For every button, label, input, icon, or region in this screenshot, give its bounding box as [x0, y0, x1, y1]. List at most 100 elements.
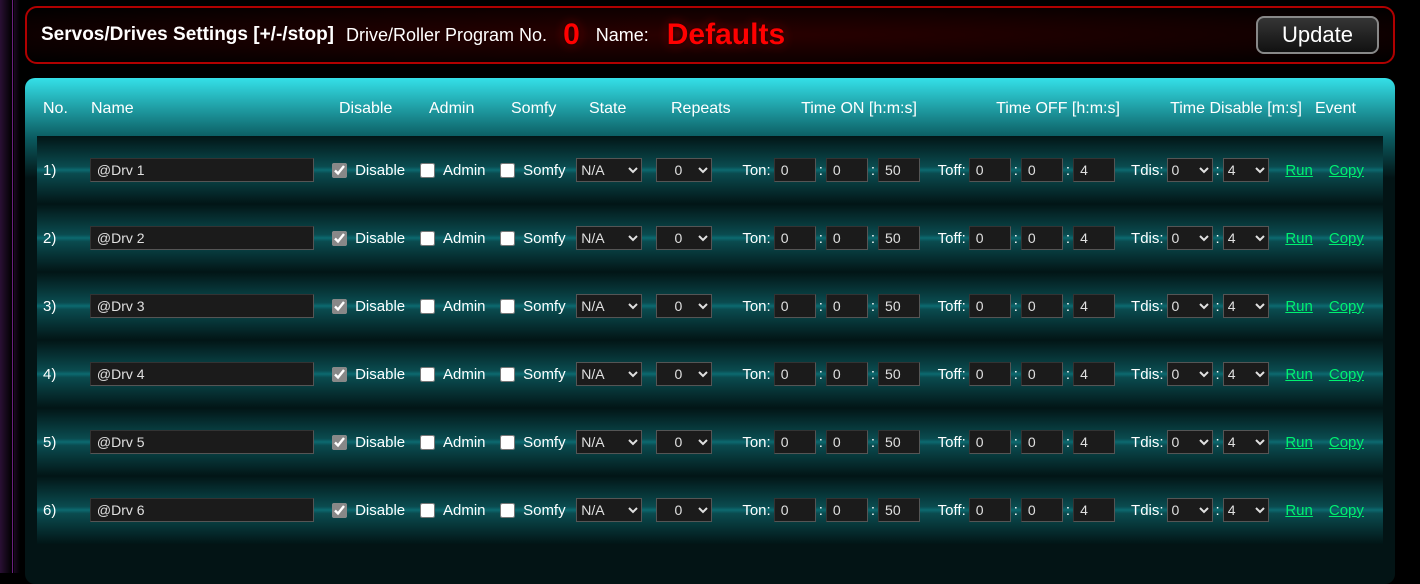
tdis-s-select[interactable]: 4 [1223, 498, 1269, 522]
tdis-m-select[interactable]: 0 [1167, 362, 1213, 386]
state-select[interactable]: N/A [576, 158, 642, 182]
ton-m-input[interactable] [826, 430, 868, 454]
toff-h-input[interactable] [969, 362, 1011, 386]
toff-h-input[interactable] [969, 430, 1011, 454]
somfy-checkbox[interactable] [500, 299, 515, 314]
run-link[interactable]: Run [1285, 162, 1313, 179]
tdis-m-select[interactable]: 0 [1167, 498, 1213, 522]
tdis-s-select[interactable]: 4 [1223, 362, 1269, 386]
admin-checkbox[interactable] [420, 503, 435, 518]
tdis-s-select[interactable]: 4 [1223, 158, 1269, 182]
somfy-checkbox[interactable] [500, 503, 515, 518]
repeats-select[interactable]: 0 [656, 362, 712, 386]
toff-s-input[interactable] [1073, 430, 1115, 454]
admin-checkbox[interactable] [420, 231, 435, 246]
toff-h-input[interactable] [969, 158, 1011, 182]
ton-m-input[interactable] [826, 498, 868, 522]
disable-checkbox[interactable] [332, 435, 347, 450]
state-select[interactable]: N/A [576, 498, 642, 522]
ton-label: Ton: [742, 230, 770, 247]
disable-checkbox[interactable] [332, 367, 347, 382]
header-title: Servos/Drives Settings [+/-/stop] [41, 24, 334, 46]
run-link[interactable]: Run [1285, 366, 1313, 383]
admin-checkbox[interactable] [420, 163, 435, 178]
toff-s-input[interactable] [1073, 158, 1115, 182]
ton-h-input[interactable] [774, 294, 816, 318]
toff-m-input[interactable] [1021, 294, 1063, 318]
ton-s-input[interactable] [878, 226, 920, 250]
tdis-m-select[interactable]: 0 [1167, 226, 1213, 250]
copy-link[interactable]: Copy [1329, 502, 1364, 519]
tdis-s-select[interactable]: 4 [1223, 294, 1269, 318]
toff-s-input[interactable] [1073, 498, 1115, 522]
tdis-m-select[interactable]: 0 [1167, 158, 1213, 182]
repeats-select[interactable]: 0 [656, 294, 712, 318]
name-input[interactable] [90, 226, 314, 250]
copy-link[interactable]: Copy [1329, 298, 1364, 315]
copy-link[interactable]: Copy [1329, 162, 1364, 179]
ton-h-input[interactable] [774, 498, 816, 522]
toff-h-input[interactable] [969, 294, 1011, 318]
ton-m-input[interactable] [826, 226, 868, 250]
name-input[interactable] [90, 294, 314, 318]
run-link[interactable]: Run [1285, 434, 1313, 451]
disable-checkbox[interactable] [332, 503, 347, 518]
ton-m-input[interactable] [826, 158, 868, 182]
tdis-s-select[interactable]: 4 [1223, 430, 1269, 454]
toff-h-input[interactable] [969, 226, 1011, 250]
update-button[interactable]: Update [1256, 16, 1379, 54]
toff-m-input[interactable] [1021, 430, 1063, 454]
state-select[interactable]: N/A [576, 226, 642, 250]
somfy-checkbox[interactable] [500, 435, 515, 450]
ton-s-input[interactable] [878, 294, 920, 318]
admin-checkbox[interactable] [420, 435, 435, 450]
ton-m-input[interactable] [826, 294, 868, 318]
repeats-select[interactable]: 0 [656, 158, 712, 182]
tdis-m-select[interactable]: 0 [1167, 430, 1213, 454]
admin-label: Admin [443, 434, 486, 451]
ton-m-input[interactable] [826, 362, 868, 386]
disable-checkbox[interactable] [332, 163, 347, 178]
name-input[interactable] [90, 430, 314, 454]
repeats-select[interactable]: 0 [656, 226, 712, 250]
toff-h-input[interactable] [969, 498, 1011, 522]
disable-checkbox[interactable] [332, 231, 347, 246]
toff-m-input[interactable] [1021, 362, 1063, 386]
tdis-s-select[interactable]: 4 [1223, 226, 1269, 250]
admin-checkbox[interactable] [420, 299, 435, 314]
state-select[interactable]: N/A [576, 294, 642, 318]
repeats-select[interactable]: 0 [656, 498, 712, 522]
disable-checkbox[interactable] [332, 299, 347, 314]
ton-s-input[interactable] [878, 430, 920, 454]
somfy-checkbox[interactable] [500, 367, 515, 382]
ton-h-input[interactable] [774, 158, 816, 182]
toff-m-input[interactable] [1021, 498, 1063, 522]
run-link[interactable]: Run [1285, 298, 1313, 315]
admin-checkbox[interactable] [420, 367, 435, 382]
state-select[interactable]: N/A [576, 362, 642, 386]
ton-s-input[interactable] [878, 158, 920, 182]
name-input[interactable] [90, 498, 314, 522]
state-select[interactable]: N/A [576, 430, 642, 454]
ton-s-input[interactable] [878, 498, 920, 522]
toff-s-input[interactable] [1073, 362, 1115, 386]
copy-link[interactable]: Copy [1329, 366, 1364, 383]
toff-s-input[interactable] [1073, 294, 1115, 318]
run-link[interactable]: Run [1285, 502, 1313, 519]
ton-h-input[interactable] [774, 226, 816, 250]
copy-link[interactable]: Copy [1329, 434, 1364, 451]
ton-h-input[interactable] [774, 430, 816, 454]
ton-s-input[interactable] [878, 362, 920, 386]
tdis-m-select[interactable]: 0 [1167, 294, 1213, 318]
repeats-select[interactable]: 0 [656, 430, 712, 454]
toff-m-input[interactable] [1021, 226, 1063, 250]
copy-link[interactable]: Copy [1329, 230, 1364, 247]
ton-h-input[interactable] [774, 362, 816, 386]
somfy-checkbox[interactable] [500, 163, 515, 178]
toff-s-input[interactable] [1073, 226, 1115, 250]
name-input[interactable] [90, 158, 314, 182]
name-input[interactable] [90, 362, 314, 386]
run-link[interactable]: Run [1285, 230, 1313, 247]
toff-m-input[interactable] [1021, 158, 1063, 182]
somfy-checkbox[interactable] [500, 231, 515, 246]
